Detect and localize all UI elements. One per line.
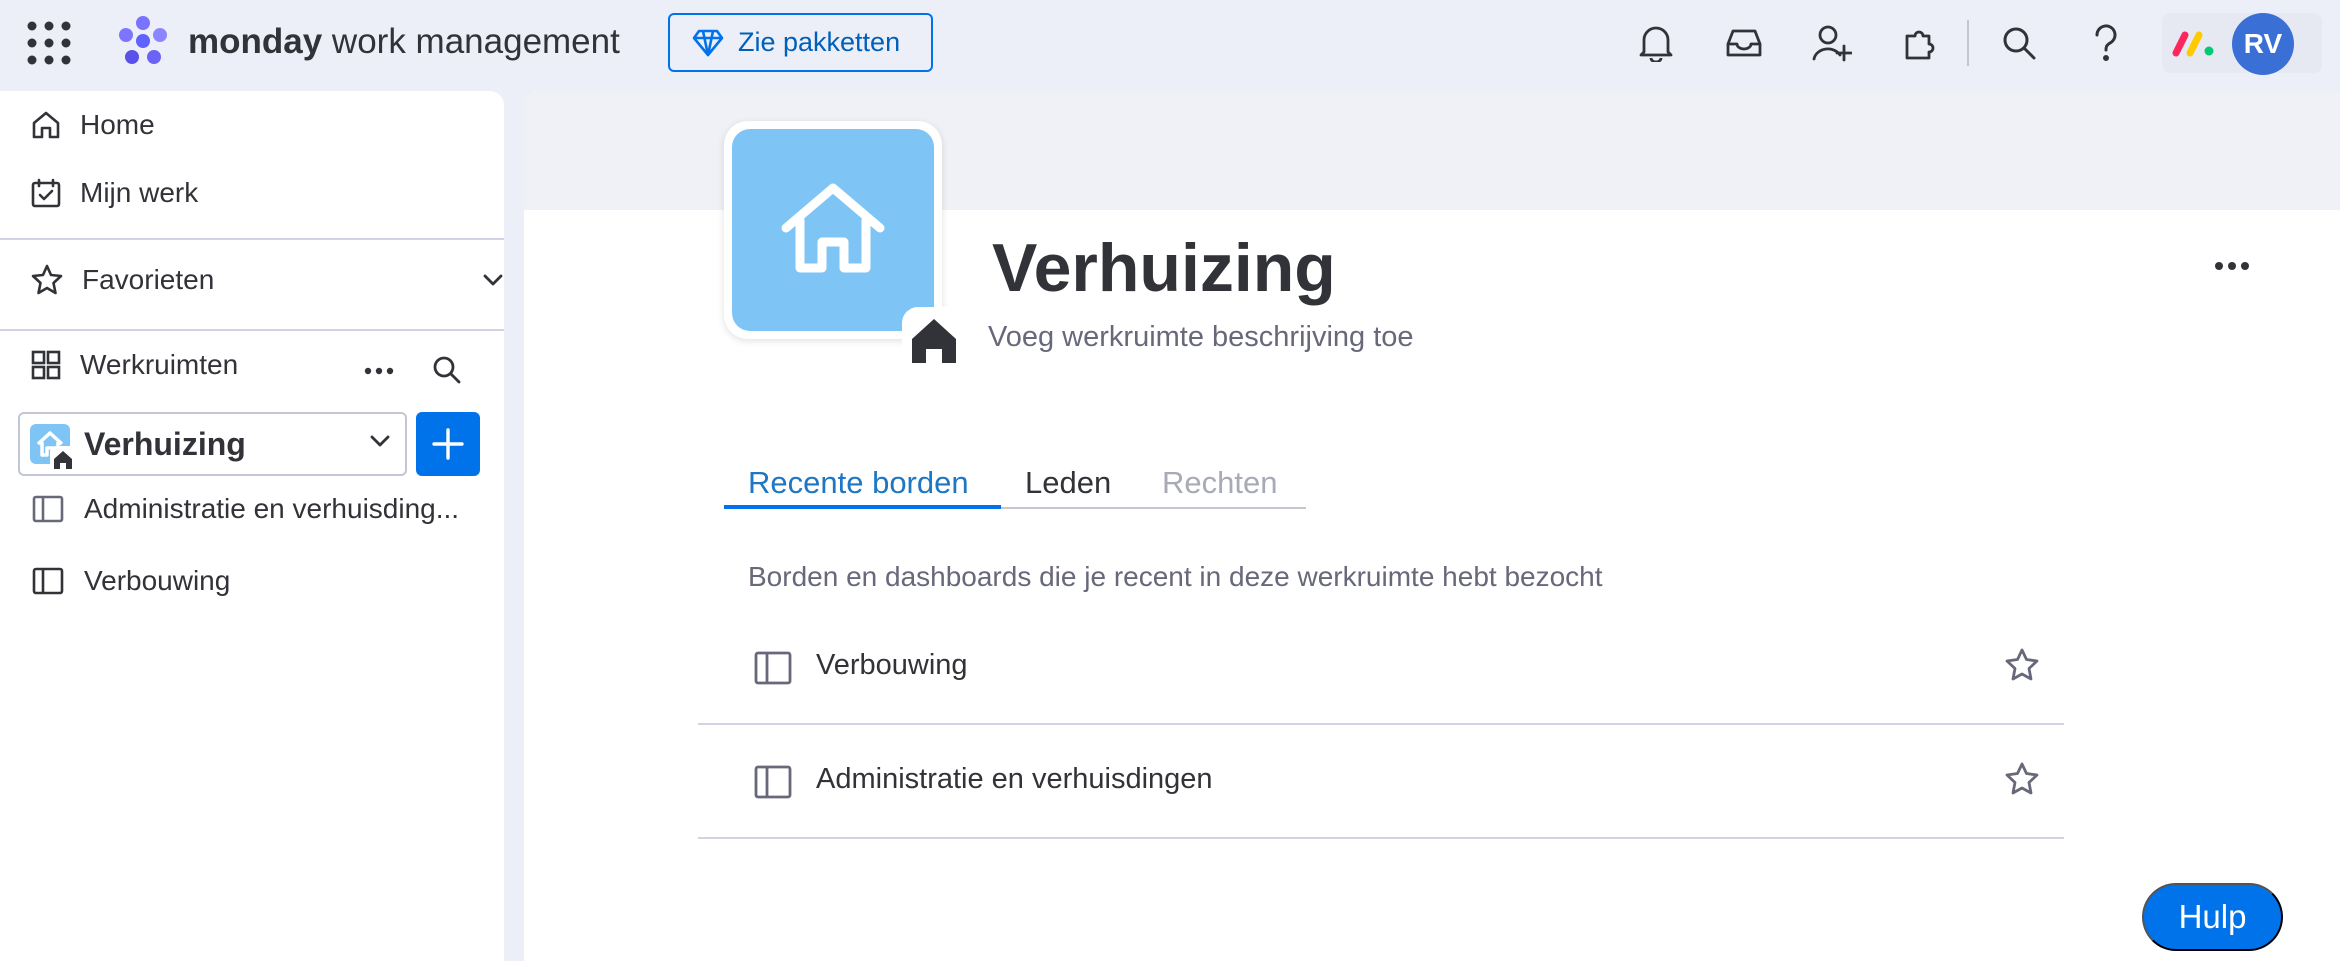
more-options-icon[interactable] (2214, 261, 2250, 271)
sidebar-item-workspaces[interactable]: Werkruimten (30, 349, 470, 381)
topbar-divider (1967, 20, 1969, 66)
recent-boards-description: Borden en dashboards die je recent in de… (748, 561, 1603, 592)
sidebar: Home Mijn werk Favorieten Werkruimten Ve… (0, 91, 504, 961)
plus-icon (431, 427, 465, 461)
workspaces-grid-icon (30, 349, 62, 381)
favorite-star-icon[interactable] (2004, 761, 2040, 797)
table-row[interactable]: Verbouwing (698, 611, 2064, 725)
sidebar-divider (0, 329, 504, 331)
workspace-mini-avatar (30, 424, 76, 472)
monday-products-icon (2172, 27, 2216, 59)
board-icon (32, 567, 64, 595)
star-icon (30, 263, 64, 297)
tab-recent-boards[interactable]: Recente borden (748, 461, 969, 505)
board-name[interactable]: Administratie en verhuisdingen (816, 763, 1213, 796)
home-badge-icon (902, 307, 966, 371)
brand-name[interactable]: monday work management (188, 20, 620, 64)
workspace-avatar[interactable] (724, 121, 966, 371)
sidebar-item-label: Favorieten (82, 264, 215, 295)
see-plans-label: Zie pakketten (738, 27, 901, 57)
add-item-button[interactable] (416, 412, 480, 476)
tab-members[interactable]: Leden (1025, 461, 1111, 505)
workspace-tabs: Recente borden Leden Rechten (724, 461, 1306, 509)
board-icon (32, 495, 64, 523)
active-tab-indicator (724, 505, 1001, 509)
see-plans-button[interactable]: Zie pakketten (668, 13, 933, 72)
chevron-down-icon (369, 434, 391, 448)
sidebar-item-label: Werkruimten (80, 349, 239, 380)
sidebar-board-label: Administratie en verhuisding... (84, 493, 460, 524)
top-bar: monday work management Zie pakketten RV (0, 0, 2340, 88)
sidebar-board-label: Verbouwing (84, 565, 231, 596)
account-menu[interactable]: RV (2162, 13, 2322, 75)
avatar[interactable]: RV (2232, 13, 2294, 75)
invite-members-icon[interactable] (1809, 20, 1855, 66)
diamond-icon (692, 29, 724, 57)
workspace-selector[interactable]: Verhuizing (18, 412, 407, 476)
page-title[interactable]: Verhuizing (992, 229, 1336, 307)
sidebar-item-label: Mijn werk (80, 177, 199, 208)
board-icon (754, 765, 792, 799)
home-icon (30, 109, 62, 141)
search-icon[interactable] (1996, 20, 2042, 66)
help-icon[interactable] (2083, 20, 2129, 66)
calendar-check-icon (30, 177, 62, 209)
apps-marketplace-icon[interactable] (1897, 20, 1943, 66)
chevron-down-icon[interactable] (482, 273, 504, 287)
sidebar-board-item[interactable]: Administratie en verhuisding... (32, 493, 459, 525)
workspaces-search-icon[interactable] (432, 355, 462, 385)
board-icon (754, 651, 792, 685)
sidebar-item-my-work[interactable]: Mijn werk (30, 177, 198, 209)
tab-permissions[interactable]: Rechten (1162, 461, 1277, 505)
notifications-bell-icon[interactable] (1633, 20, 1679, 66)
sidebar-item-home[interactable]: Home (30, 109, 155, 141)
selected-workspace-name: Verhuizing (84, 425, 246, 462)
workspace-home-icon (732, 129, 934, 331)
favorite-star-icon[interactable] (2004, 647, 2040, 683)
workspace-main: Verhuizing Voeg werkruimte beschrijving … (524, 91, 2340, 961)
table-row[interactable]: Administratie en verhuisdingen (698, 725, 2064, 839)
inbox-icon[interactable] (1721, 20, 1767, 66)
home-badge-icon (50, 446, 76, 472)
monday-logo-icon (116, 14, 170, 68)
board-name[interactable]: Verbouwing (816, 649, 968, 682)
sidebar-board-item[interactable]: Verbouwing (32, 565, 230, 597)
sidebar-item-favorites[interactable]: Favorieten (30, 263, 504, 297)
help-button[interactable]: Hulp (2142, 883, 2283, 951)
apps-grid-icon[interactable] (26, 20, 72, 66)
workspace-description[interactable]: Voeg werkruimte beschrijving toe (988, 321, 1414, 354)
sidebar-divider (0, 238, 504, 240)
workspaces-more-icon[interactable] (364, 367, 394, 375)
sidebar-item-label: Home (80, 109, 155, 140)
